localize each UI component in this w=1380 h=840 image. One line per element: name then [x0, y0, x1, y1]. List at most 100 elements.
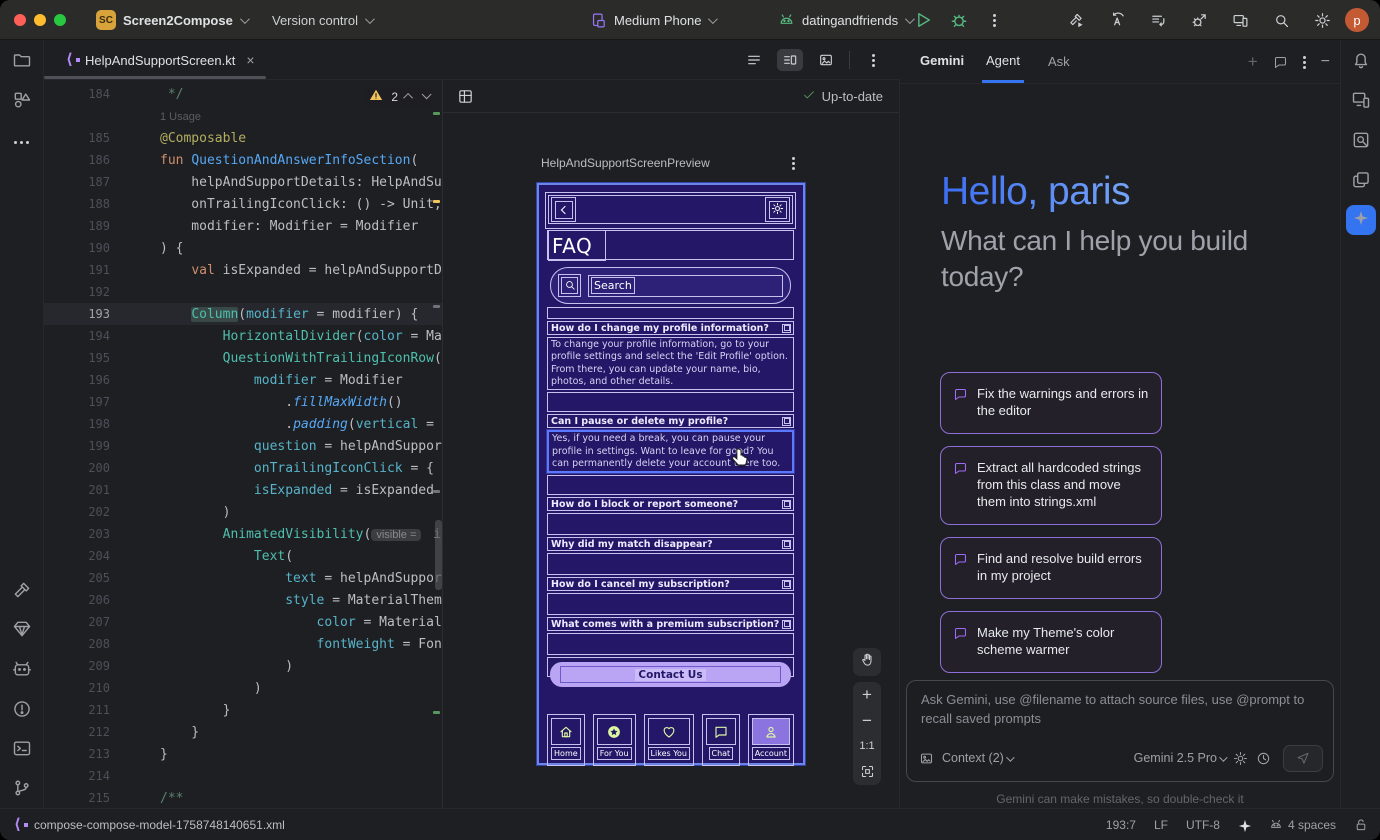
code-line[interactable]: 194 HorizontalDivider(color = MaterialT	[44, 325, 442, 347]
run-button[interactable]	[913, 10, 933, 30]
preview-name-label[interactable]: HelpAndSupportScreenPreview	[541, 156, 710, 170]
gemini-options-icon[interactable]	[1303, 61, 1306, 64]
tab-ask[interactable]: Ask	[1044, 40, 1074, 83]
suggestion-card[interactable]: Extract all hardcoded strings from this …	[940, 446, 1162, 525]
gemini-status-icon[interactable]	[1238, 819, 1251, 832]
send-button[interactable]	[1283, 745, 1323, 772]
debug-button[interactable]	[949, 10, 969, 30]
code-line[interactable]: 190) {	[44, 237, 442, 259]
zoom-window-button[interactable]	[54, 14, 66, 26]
suggestion-card[interactable]: Find and resolve build errors in my proj…	[940, 537, 1162, 599]
code-line[interactable]: 215/**	[44, 787, 442, 808]
code-line[interactable]: 209 )	[44, 655, 442, 677]
code-line[interactable]: 214	[44, 765, 442, 787]
faq-expand-icon[interactable]	[782, 417, 791, 426]
code-editor[interactable]: 184 */1 Usage185@Composable186fun Questi…	[44, 80, 443, 808]
user-avatar[interactable]: p	[1345, 8, 1369, 32]
editor-tab[interactable]: ⟨ HelpAndSupportScreen.kt ×	[56, 40, 265, 80]
minimize-window-button[interactable]	[34, 14, 46, 26]
settings-gear-icon[interactable]	[1314, 12, 1331, 29]
run-configuration[interactable]: datingandfriends	[778, 0, 912, 40]
build-tool-icon[interactable]	[12, 580, 32, 600]
faq-expand-icon[interactable]	[782, 620, 791, 629]
tab-agent[interactable]: Agent	[982, 40, 1024, 83]
code-line[interactable]: 186fun QuestionAndAnswerInfoSection(	[44, 149, 442, 171]
usage-hint[interactable]: 1 Usage	[160, 111, 201, 123]
faq-expand-icon[interactable]	[782, 324, 791, 333]
prompt-history-icon[interactable]	[1256, 751, 1271, 766]
version-control-menu[interactable]: Version control	[272, 0, 372, 40]
phone-search-bar[interactable]: Search	[550, 267, 791, 304]
faq-question-row[interactable]: How do I block or report someone?	[547, 497, 794, 511]
code-line[interactable]: 211 }	[44, 699, 442, 721]
encoding[interactable]: UTF-8	[1186, 818, 1220, 832]
code-line[interactable]: 212 }	[44, 721, 442, 743]
project-widget[interactable]: SC Screen2Compose	[96, 0, 247, 40]
zoom-out-button[interactable]: −	[862, 714, 872, 728]
chat-history-icon[interactable]	[1273, 55, 1288, 70]
lock-icon[interactable]	[1354, 818, 1368, 832]
split-view-button[interactable]	[777, 49, 803, 71]
next-issue-icon[interactable]	[422, 89, 432, 99]
code-line[interactable]: 195 QuestionWithTrailingIconRow(	[44, 347, 442, 369]
code-view-button[interactable]	[741, 49, 767, 71]
contact-us-button[interactable]: Contact Us	[550, 662, 791, 687]
notifications-bell-icon[interactable]	[1351, 50, 1371, 70]
code-line[interactable]: 202 )	[44, 501, 442, 523]
attach-debugger-icon[interactable]	[1191, 12, 1208, 29]
code-line[interactable]: 185@Composable	[44, 127, 442, 149]
code-line[interactable]: 198 .padding(vertical = 4.dp),	[44, 413, 442, 435]
prev-issue-icon[interactable]	[403, 93, 413, 103]
faq-question-row[interactable]: Why did my match disappear?	[547, 537, 794, 551]
code-line[interactable]: 193 Column(modifier = modifier) {	[44, 303, 442, 325]
problems-icon[interactable]	[12, 699, 32, 719]
code-line[interactable]: 196 modifier = Modifier	[44, 369, 442, 391]
code-line[interactable]: 206 style = MaterialTheme.typo	[44, 589, 442, 611]
model-selector[interactable]: Gemini 2.5 Pro	[1134, 751, 1225, 765]
logcat-icon[interactable]	[12, 659, 32, 679]
zoom-fit-button[interactable]	[860, 764, 875, 779]
layout-inspector-icon[interactable]	[1351, 130, 1371, 150]
faq-expand-icon[interactable]	[782, 580, 791, 589]
suggestion-card[interactable]: Fix the warnings and errors in the edito…	[940, 372, 1162, 434]
code-line[interactable]: 200 onTrailingIconClick = { onTrai	[44, 457, 442, 479]
gemini-sidebar-button[interactable]	[1346, 205, 1376, 235]
hide-panel-icon[interactable]: −	[1321, 57, 1330, 67]
sync-project-icon[interactable]	[1109, 12, 1126, 29]
faq-question-row[interactable]: What comes with a premium subscription?	[547, 617, 794, 631]
code-line[interactable]: 213}	[44, 743, 442, 765]
device-selector[interactable]: Medium Phone	[590, 0, 715, 40]
code-line[interactable]: 203 AnimatedVisibility(visible = isExpan	[44, 523, 442, 545]
code-line[interactable]: 201 isExpanded = isExpanded	[44, 479, 442, 501]
code-line[interactable]: 188 onTrailingIconClick: () -> Unit,	[44, 193, 442, 215]
device-explorer-icon[interactable]	[1351, 170, 1371, 190]
nav-item-likes-you[interactable]: Likes You	[644, 714, 694, 766]
faq-expand-icon[interactable]	[782, 500, 791, 509]
preview-options-icon[interactable]	[792, 162, 795, 165]
app-quality-insights-icon[interactable]	[12, 619, 32, 639]
version-control-tool-icon[interactable]	[12, 778, 32, 798]
zoom-actual-button[interactable]: 1:1	[859, 740, 874, 752]
caret-position[interactable]: 193:7	[1106, 818, 1136, 832]
suggestion-card[interactable]: Make my Theme's color scheme warmer	[940, 611, 1162, 673]
editor-options-icon[interactable]	[860, 49, 886, 71]
terminal-icon[interactable]	[12, 738, 32, 758]
code-line[interactable]: 204 Text(	[44, 545, 442, 567]
new-chat-icon[interactable]: +	[1248, 56, 1258, 68]
phone-search-input[interactable]: Search	[588, 275, 783, 297]
line-ending[interactable]: LF	[1154, 818, 1168, 832]
search-icon[interactable]	[1273, 12, 1290, 29]
code-line[interactable]: 1 Usage	[44, 105, 442, 127]
faq-question-row[interactable]: Can I pause or delete my profile?	[547, 414, 794, 428]
gemini-input-box[interactable]: Ask Gemini, use @filename to attach sour…	[906, 680, 1334, 782]
nav-item-home[interactable]: Home	[547, 714, 585, 766]
nav-item-chat[interactable]: Chat	[702, 714, 740, 766]
code-line[interactable]: 205 text = helpAndSupportDetai	[44, 567, 442, 589]
indent-setting[interactable]: 4 spaces	[1269, 818, 1336, 832]
phone-back-button[interactable]	[551, 197, 576, 222]
more-actions-icon[interactable]	[993, 19, 996, 22]
code-line[interactable]: 192	[44, 281, 442, 303]
design-view-button[interactable]	[813, 49, 839, 71]
nav-item-account[interactable]: Account	[748, 714, 794, 766]
build-variants-icon[interactable]	[1150, 12, 1167, 29]
